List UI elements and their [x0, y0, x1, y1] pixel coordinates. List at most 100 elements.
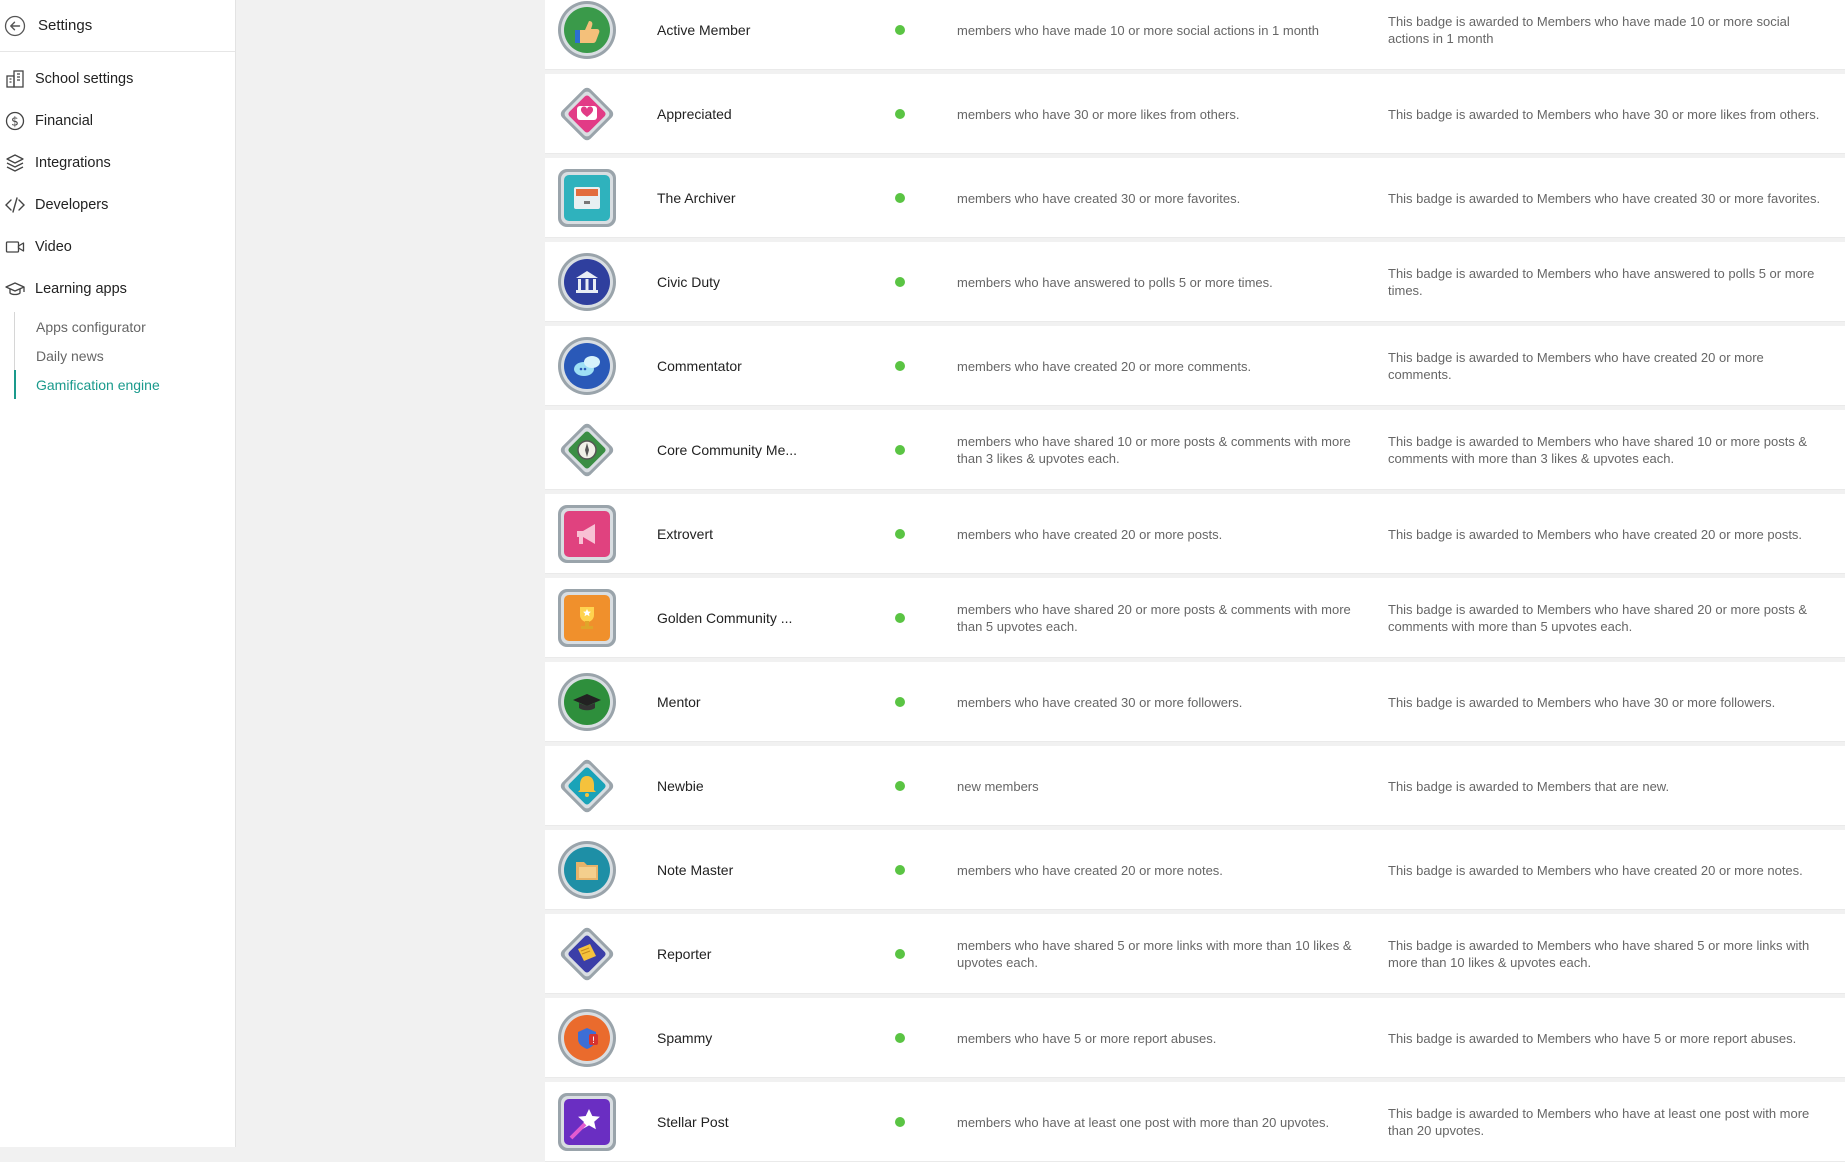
sidebar-item-integrations[interactable]: Integrations — [0, 142, 235, 184]
status-dot-active — [895, 697, 905, 707]
status-dot-active — [895, 277, 905, 287]
warning-shield-badge-icon: ! — [557, 1008, 617, 1068]
sidebar-item-label: Integrations — [35, 155, 111, 171]
sidebar-item-financial[interactable]: $ Financial — [0, 100, 235, 142]
graduation-cap-icon — [4, 278, 26, 300]
sidebar-item-label: Learning apps — [35, 281, 127, 297]
badge-criteria: new members — [957, 778, 1039, 794]
badge-description: This badge is awarded to Members who hav… — [1388, 1030, 1797, 1046]
status-dot-active — [895, 781, 905, 791]
status-dot-active — [895, 361, 905, 371]
badge-name: Newbie — [657, 778, 704, 794]
badge-name: Mentor — [657, 694, 701, 710]
svg-text:$: $ — [11, 115, 19, 129]
sidebar-item-label: Financial — [35, 113, 94, 129]
badge-row[interactable]: Civic Duty members who have answered to … — [545, 242, 1845, 322]
badge-row[interactable]: Active Member members who have made 10 o… — [545, 0, 1845, 70]
badge-name: Stellar Post — [657, 1114, 729, 1130]
sidebar-item-learning-apps[interactable]: Learning apps — [0, 268, 235, 310]
sidebar-item-label: School settings — [35, 71, 134, 87]
megaphone-badge-icon — [557, 504, 617, 564]
sidebar-header: Settings — [0, 0, 235, 52]
badge-name: Note Master — [657, 862, 734, 878]
star-badge-icon — [557, 1092, 617, 1152]
badge-criteria: members who have shared 20 or more posts… — [957, 602, 1351, 634]
bell-badge-icon — [557, 756, 617, 816]
badge-description: This badge is awarded to Members who hav… — [1388, 14, 1790, 46]
badge-name: Reporter — [657, 946, 712, 962]
sidebar-item-label: Developers — [35, 197, 109, 213]
code-icon — [4, 194, 26, 216]
badge-criteria: members who have answered to polls 5 or … — [957, 274, 1273, 290]
badge-row[interactable]: Newbie new members This badge is awarded… — [545, 746, 1845, 826]
subnav-item-daily-news[interactable]: Daily news — [36, 341, 235, 370]
subnav-item-gamification-engine[interactable]: Gamification engine — [36, 370, 235, 399]
trophy-badge-icon — [557, 588, 617, 648]
status-dot-active — [895, 25, 905, 35]
badge-description: This badge is awarded to Members who hav… — [1388, 434, 1808, 466]
badge-row[interactable]: Appreciated members who have 30 or more … — [545, 74, 1845, 154]
badge-name: Civic Duty — [657, 274, 721, 290]
video-camera-icon — [4, 236, 26, 258]
badge-name: Appreciated — [657, 106, 732, 122]
heart-badge-icon — [557, 84, 617, 144]
badge-description: This badge is awarded to Members who hav… — [1388, 602, 1808, 634]
badge-criteria: members who have created 30 or more foll… — [957, 694, 1243, 710]
active-indicator — [14, 370, 16, 399]
badge-criteria: members who have shared 10 or more posts… — [957, 434, 1351, 466]
speech-bubbles-badge-icon — [557, 336, 617, 396]
badge-row[interactable]: Note Master members who have created 20 … — [545, 830, 1845, 910]
badge-name: Golden Community ... — [657, 610, 793, 626]
sidebar-title: Settings — [38, 17, 93, 34]
folder-badge-icon — [557, 840, 617, 900]
badge-row[interactable]: Reporter members who have shared 5 or mo… — [545, 914, 1845, 994]
sidebar-item-developers[interactable]: Developers — [0, 184, 235, 226]
badge-row[interactable]: Stellar Post members who have at least o… — [545, 1082, 1845, 1162]
status-dot-active — [895, 109, 905, 119]
badge-description: This badge is awarded to Members that ar… — [1388, 778, 1670, 794]
badge-row[interactable]: Golden Community ... members who have sh… — [545, 578, 1845, 658]
badge-row[interactable]: Extrovert members who have created 20 or… — [545, 494, 1845, 574]
graduation-cap-badge-icon — [557, 672, 617, 732]
badge-criteria: members who have created 30 or more favo… — [957, 190, 1241, 206]
badge-row[interactable]: Commentator members who have created 20 … — [545, 326, 1845, 406]
badge-description: This badge is awarded to Members who hav… — [1388, 526, 1803, 542]
status-dot-active — [895, 529, 905, 539]
badge-criteria: members who have 5 or more report abuses… — [957, 1030, 1217, 1046]
badge-description: This badge is awarded to Members who hav… — [1388, 350, 1764, 382]
badge-criteria: members who have at least one post with … — [957, 1114, 1330, 1130]
badge-row[interactable]: Core Community Me... members who have sh… — [545, 410, 1845, 490]
badge-criteria: members who have created 20 or more comm… — [957, 358, 1252, 374]
badge-row[interactable]: Mentor members who have created 30 or mo… — [545, 662, 1845, 742]
badge-name: Commentator — [657, 358, 742, 374]
layers-icon — [4, 152, 26, 174]
back-arrow-icon[interactable] — [4, 15, 26, 37]
sidebar-item-school-settings[interactable]: School settings — [0, 58, 235, 100]
newspaper-badge-icon — [557, 924, 617, 984]
badge-description: This badge is awarded to Members who hav… — [1388, 106, 1820, 122]
badge-name: The Archiver — [657, 190, 736, 206]
sidebar-item-video[interactable]: Video — [0, 226, 235, 268]
badge-criteria: members who have shared 5 or more links … — [957, 938, 1352, 970]
badge-description: This badge is awarded to Members who hav… — [1388, 266, 1815, 298]
building-icon — [4, 68, 26, 90]
badge-description: This badge is awarded to Members who hav… — [1388, 938, 1810, 970]
badge-description: This badge is awarded to Members who hav… — [1388, 694, 1776, 710]
subnav-item-apps-configurator[interactable]: Apps configurator — [36, 312, 235, 341]
svg-text:!: ! — [592, 1036, 596, 1046]
badge-criteria: members who have 30 or more likes from o… — [957, 106, 1240, 122]
badge-description: This badge is awarded to Members who hav… — [1388, 862, 1803, 878]
dollar-icon: $ — [4, 110, 26, 132]
badge-description: This badge is awarded to Members who hav… — [1388, 1106, 1810, 1138]
file-cabinet-badge-icon — [557, 168, 617, 228]
badge-row[interactable]: The Archiver members who have created 30… — [545, 158, 1845, 238]
badge-name: Extrovert — [657, 526, 714, 542]
status-dot-active — [895, 193, 905, 203]
status-dot-active — [895, 949, 905, 959]
settings-sidebar: Settings School settings $ Financial Int… — [0, 0, 236, 1147]
badge-row[interactable]: ! Spammy members who have 5 or more repo… — [545, 998, 1845, 1078]
status-dot-active — [895, 613, 905, 623]
learning-apps-subnav: Apps configurator Daily news Gamificatio… — [14, 312, 235, 399]
sidebar-nav: School settings $ Financial Integrations… — [0, 52, 235, 399]
badge-name: Active Member — [657, 22, 751, 38]
